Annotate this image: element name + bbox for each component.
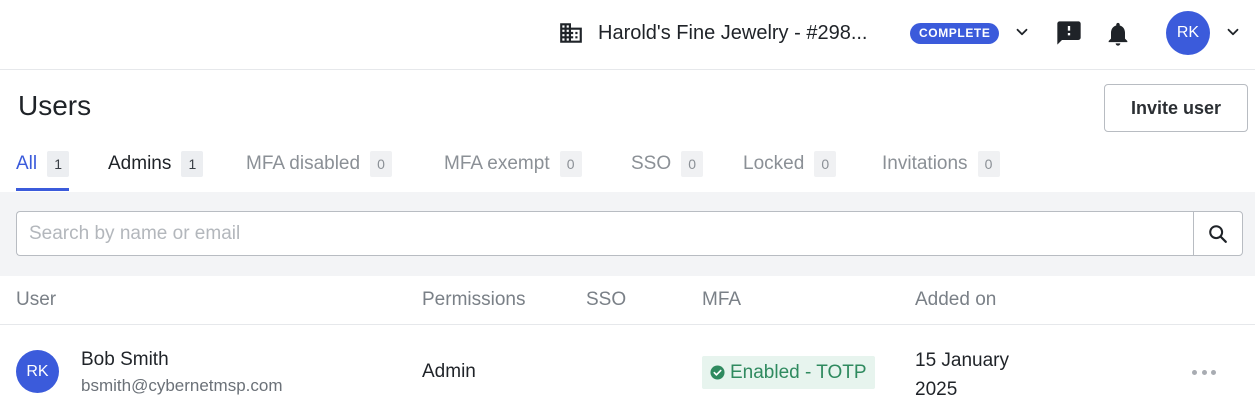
active-tab-indicator <box>16 188 69 191</box>
added-on-date: 15 January 2025 <box>915 346 1055 404</box>
tab-admins[interactable]: Admins 1 <box>108 150 204 178</box>
column-header-sso: SSO <box>586 289 627 310</box>
avatar: RK <box>16 350 59 393</box>
tab-count: 0 <box>681 151 704 177</box>
chevron-down-icon[interactable] <box>1224 23 1242 41</box>
user-name[interactable]: Bob Smith <box>81 349 169 371</box>
mfa-status-badge: Enabled - TOTP <box>702 356 875 389</box>
tab-label: Invitations <box>882 153 968 174</box>
tab-label: Locked <box>743 153 805 174</box>
check-circle-icon <box>710 365 725 380</box>
column-header-user: User <box>16 289 57 310</box>
search-button[interactable] <box>1193 211 1243 256</box>
tab-count: 1 <box>181 151 204 177</box>
tab-count: 0 <box>559 151 582 177</box>
user-filter-tabs: All 1 Admins 1 MFA disabled 0 MFA exempt… <box>0 140 1255 192</box>
user-permissions: Admin <box>422 361 476 382</box>
table-divider <box>0 324 1255 325</box>
tab-label: Admins <box>108 153 172 174</box>
user-avatar[interactable]: RK <box>1166 11 1210 55</box>
bell-icon[interactable] <box>1104 20 1132 48</box>
page-title: Users <box>18 90 92 121</box>
tab-label: MFA disabled <box>246 153 361 174</box>
tab-label: MFA exempt <box>444 153 550 174</box>
tab-mfa-disabled[interactable]: MFA disabled 0 <box>246 150 393 178</box>
column-header-permissions: Permissions <box>422 289 526 310</box>
organization-name: Harold's Fine Jewelry - #298... <box>598 21 868 44</box>
tab-mfa-exempt[interactable]: MFA exempt 0 <box>444 150 582 178</box>
tab-label: All <box>16 153 38 174</box>
tab-count: 1 <box>47 151 70 177</box>
tab-sso[interactable]: SSO 0 <box>631 150 704 178</box>
organization-switcher[interactable]: Harold's Fine Jewelry - #298... <box>558 18 867 48</box>
status-badge: COMPLETE <box>910 23 1000 44</box>
added-on-date-line: 15 January <box>915 350 1010 371</box>
tab-count: 0 <box>977 151 1000 177</box>
tab-count: 0 <box>370 151 393 177</box>
top-header: Harold's Fine Jewelry - #298... COMPLETE… <box>0 0 1255 70</box>
tab-label: SSO <box>631 153 672 174</box>
chevron-down-icon[interactable] <box>1013 23 1031 41</box>
tab-all[interactable]: All 1 <box>16 150 70 178</box>
invite-user-button[interactable]: Invite user <box>1104 84 1248 132</box>
tab-invitations[interactable]: Invitations 0 <box>882 150 1000 178</box>
building-icon <box>560 23 582 43</box>
search-icon <box>1209 224 1227 243</box>
user-email: bsmith@cybernetmsp.com <box>81 376 283 395</box>
column-header-mfa: MFA <box>702 289 742 310</box>
added-on-year-line: 2025 <box>915 379 958 400</box>
mfa-status-text: Enabled - TOTP <box>730 361 867 383</box>
column-header-added-on: Added on <box>915 289 997 310</box>
search-input[interactable] <box>16 211 1194 256</box>
feedback-alert-icon[interactable] <box>1055 19 1083 47</box>
tab-locked[interactable]: Locked 0 <box>743 150 837 178</box>
more-horizontal-icon[interactable] <box>1190 360 1218 384</box>
search-panel <box>0 192 1255 276</box>
tab-count: 0 <box>814 151 837 177</box>
